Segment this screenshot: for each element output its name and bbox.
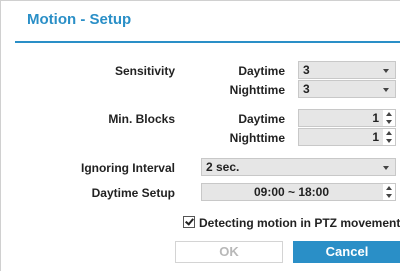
- ok-button[interactable]: OK: [175, 241, 283, 263]
- min-blocks-nighttime-spinner[interactable]: 1: [298, 128, 396, 146]
- sensitivity-daytime-label: Daytime: [238, 64, 285, 78]
- sensitivity-daytime-select[interactable]: 3: [298, 61, 396, 79]
- arrow-down-icon[interactable]: [386, 139, 392, 143]
- sensitivity-label: Sensitivity: [114, 64, 175, 78]
- ignoring-interval-value: 2 sec.: [206, 160, 240, 174]
- ignoring-interval-select[interactable]: 2 sec.: [201, 158, 396, 176]
- chevron-down-icon: [383, 69, 389, 73]
- min-blocks-daytime-value: 1: [372, 111, 379, 125]
- arrow-down-icon[interactable]: [386, 120, 392, 124]
- min-blocks-daytime-spinner[interactable]: 1: [298, 109, 396, 127]
- min-blocks-nighttime-value: 1: [372, 130, 379, 144]
- spinner-arrows[interactable]: [383, 184, 395, 200]
- daytime-setup-value: 09:00 ~ 18:00: [253, 185, 330, 199]
- ptz-motion-label: Detecting motion in PTZ movement: [199, 216, 400, 230]
- spinner-arrows[interactable]: [383, 110, 395, 126]
- ptz-motion-checkbox[interactable]: [183, 216, 195, 228]
- min-blocks-daytime-label: Daytime: [238, 112, 285, 126]
- sensitivity-nighttime-label: Nighttime: [229, 83, 285, 97]
- ignoring-interval-label: Ignoring Interval: [80, 161, 175, 175]
- sensitivity-nighttime-value: 3: [303, 82, 310, 96]
- arrow-up-icon[interactable]: [386, 131, 392, 135]
- chevron-down-icon: [383, 166, 389, 170]
- spinner-arrows[interactable]: [383, 129, 395, 145]
- ptz-motion-checkbox-row[interactable]: Detecting motion in PTZ movement: [183, 216, 400, 230]
- cancel-button[interactable]: Cancel: [293, 241, 400, 263]
- sensitivity-nighttime-select[interactable]: 3: [298, 80, 396, 98]
- daytime-setup-label: Daytime Setup: [91, 186, 175, 200]
- motion-setup-dialog: Motion - Setup Sensitivity Daytime 3 Nig…: [0, 0, 400, 271]
- min-blocks-nighttime-label: Nighttime: [229, 131, 285, 145]
- arrow-up-icon[interactable]: [386, 112, 392, 116]
- sensitivity-daytime-value: 3: [303, 63, 310, 77]
- arrow-up-icon[interactable]: [386, 186, 392, 190]
- chevron-down-icon: [383, 88, 389, 92]
- daytime-setup-spinner[interactable]: 09:00 ~ 18:00: [201, 183, 396, 201]
- title-divider: [15, 41, 400, 43]
- min-blocks-label: Min. Blocks: [108, 112, 175, 126]
- arrow-down-icon[interactable]: [386, 194, 392, 198]
- dialog-title: Motion - Setup: [27, 11, 132, 28]
